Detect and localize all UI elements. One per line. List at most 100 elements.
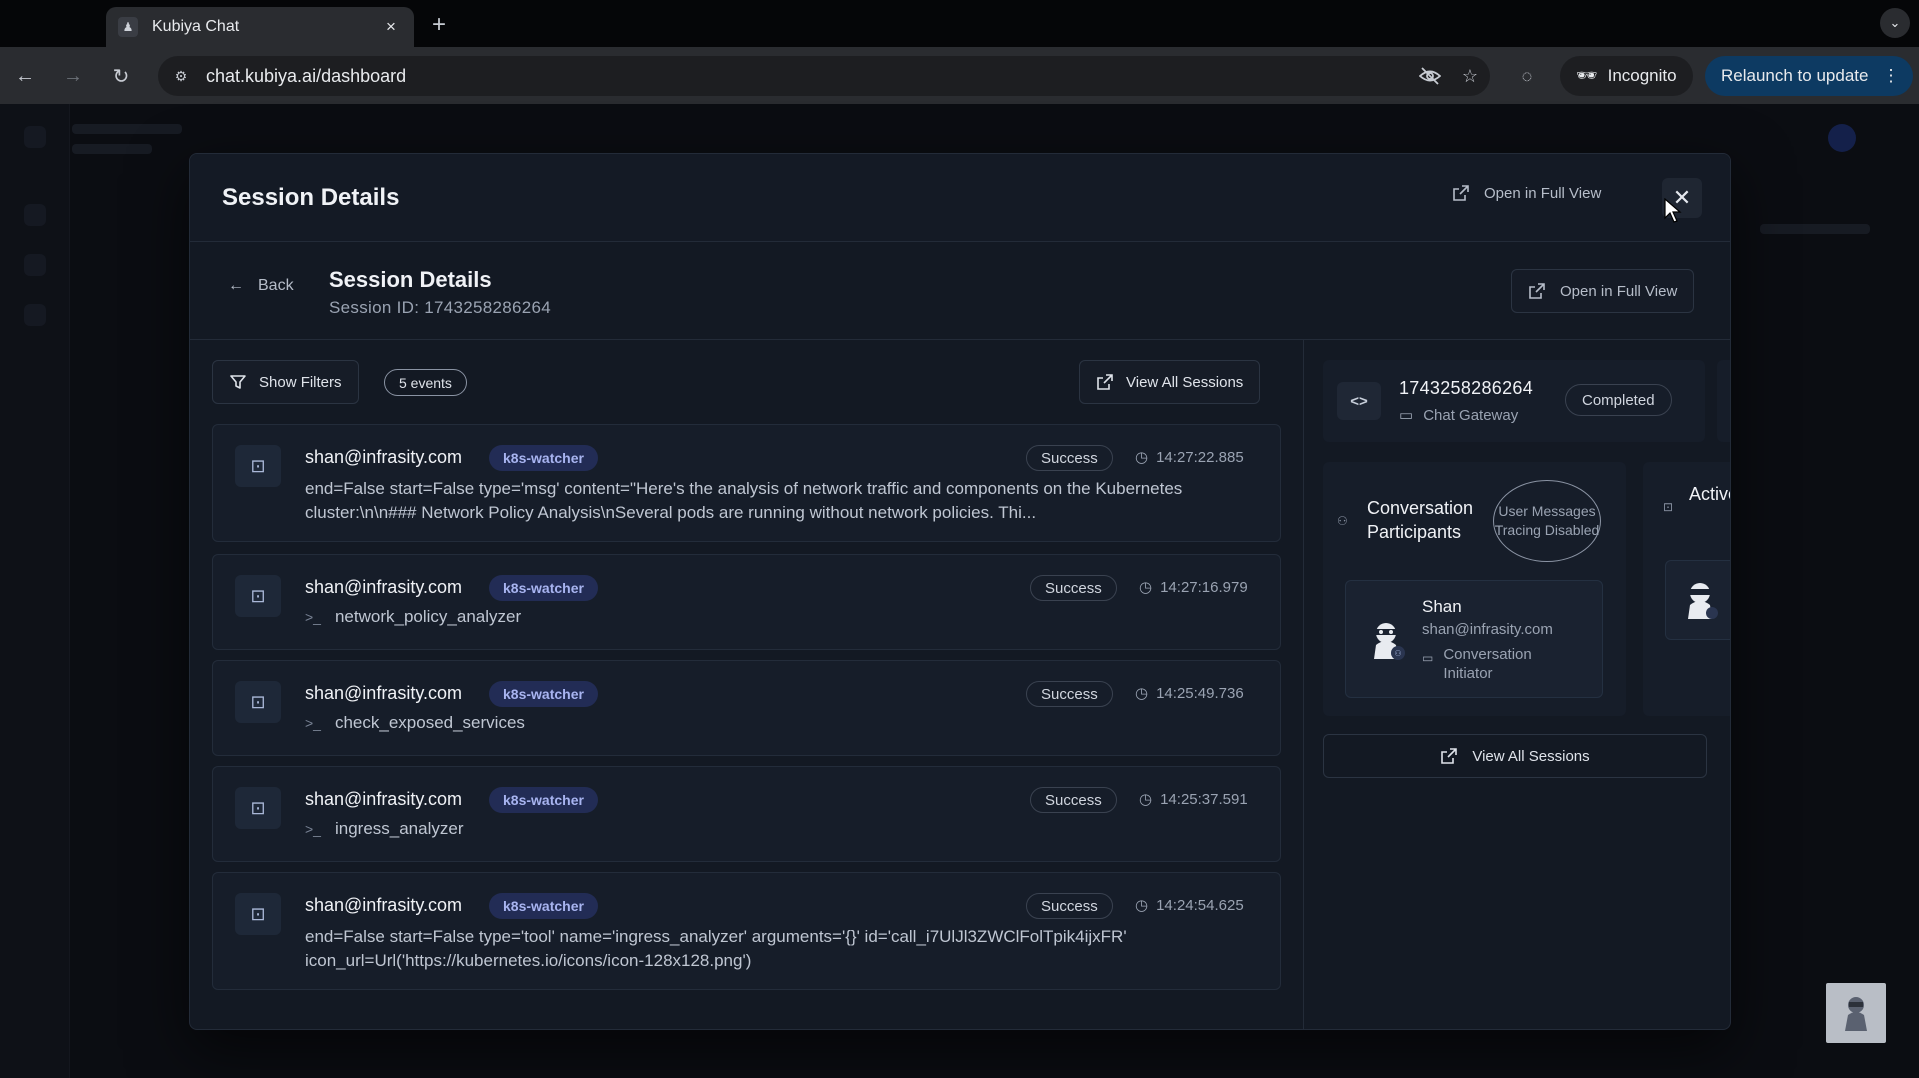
status-badge: Success bbox=[1030, 575, 1117, 601]
team-member-card[interactable] bbox=[1665, 560, 1730, 640]
site-info-icon[interactable]: ⚙ bbox=[166, 61, 196, 91]
kubiya-favicon-icon: ♟ bbox=[118, 17, 138, 37]
modal-title: Session Details bbox=[222, 184, 400, 211]
participant-card[interactable]: ⚇ Shan shan@infrasity.com ▭ Conversation… bbox=[1345, 580, 1603, 698]
event-time: 14:24:54.625 bbox=[1156, 896, 1244, 914]
assistant-launcher-button[interactable] bbox=[1826, 983, 1886, 1043]
clock-icon: ◷ bbox=[1139, 579, 1153, 596]
bot-icon: ⊡ bbox=[1663, 500, 1674, 514]
session-status-badge: Completed bbox=[1565, 384, 1672, 416]
status-badge: Success bbox=[1026, 681, 1113, 707]
tab-title: Kubiya Chat bbox=[152, 18, 240, 35]
new-tab-icon[interactable]: + bbox=[432, 11, 446, 39]
eye-slash-icon[interactable] bbox=[1410, 56, 1450, 96]
event-card[interactable]: ⊡ shan@infrasity.com k8s-watcher Success… bbox=[212, 872, 1281, 990]
user-avatar bbox=[1828, 124, 1856, 152]
event-user: shan@infrasity.com bbox=[305, 577, 462, 597]
event-card[interactable]: ⊡ shan@infrasity.com k8s-watcher Success… bbox=[212, 766, 1281, 862]
event-content: end=False start=False type='msg' content… bbox=[305, 479, 1183, 522]
open-full-view-button[interactable]: Open in Full View bbox=[1511, 269, 1695, 313]
bot-icon: ⊡ bbox=[235, 575, 281, 617]
app-sidebar bbox=[0, 104, 70, 1078]
terminal-icon: >_ bbox=[305, 821, 321, 837]
view-all-sessions-button[interactable]: View All Sessions bbox=[1079, 360, 1261, 404]
browser-tab[interactable]: ♟ Kubiya Chat × bbox=[106, 7, 414, 47]
bot-icon: ⊡ bbox=[235, 787, 281, 829]
message-square-icon: ▭ bbox=[1399, 407, 1414, 424]
show-filters-button[interactable]: Show Filters bbox=[212, 360, 359, 404]
session-card-overflow bbox=[1717, 360, 1730, 442]
open-full-view-label: Open in Full View bbox=[1484, 184, 1602, 202]
agent-tag: k8s-watcher bbox=[489, 445, 598, 471]
open-full-view-label: Open in Full View bbox=[1560, 282, 1678, 300]
bot-icon: ⊡ bbox=[235, 893, 281, 935]
relaunch-button[interactable]: Relaunch to update ⋮ bbox=[1705, 56, 1914, 96]
back-arrow-icon[interactable]: ← bbox=[10, 61, 40, 91]
session-subheader: ← Back Session Details Session ID: 17432… bbox=[190, 242, 1730, 340]
event-time: 14:27:16.979 bbox=[1160, 578, 1248, 596]
event-card[interactable]: ⊡ shan@infrasity.com k8s-watcher Success… bbox=[212, 660, 1281, 756]
incognito-label: Incognito bbox=[1607, 66, 1677, 85]
robot-icon bbox=[1845, 997, 1867, 1031]
forward-arrow-icon[interactable]: → bbox=[58, 61, 88, 91]
terminal-icon: >_ bbox=[305, 609, 321, 625]
session-side-panel: <> 1743258286264 ▭ Chat Gateway Complete… bbox=[1305, 340, 1730, 1029]
session-title: Session Details bbox=[329, 267, 492, 292]
events-count-badge: 5 events bbox=[384, 369, 467, 396]
view-all-sessions-label: View All Sessions bbox=[1126, 373, 1244, 391]
external-link-icon bbox=[1441, 748, 1458, 764]
agent-tag: k8s-watcher bbox=[489, 787, 598, 813]
status-badge: Success bbox=[1026, 893, 1113, 919]
url-text[interactable]: chat.kubiya.ai/dashboard bbox=[206, 66, 1410, 87]
reload-icon[interactable]: ↻ bbox=[106, 61, 136, 91]
bg-placeholder bbox=[72, 124, 182, 134]
event-time: 14:27:22.885 bbox=[1156, 448, 1244, 466]
event-user: shan@infrasity.com bbox=[305, 447, 462, 467]
view-all-sessions-side-button[interactable]: View All Sessions bbox=[1323, 734, 1707, 778]
event-user: shan@infrasity.com bbox=[305, 895, 462, 915]
show-filters-label: Show Filters bbox=[259, 373, 342, 391]
app-logo-icon bbox=[24, 126, 46, 148]
bot-icon: ⊡ bbox=[235, 445, 281, 487]
robot-avatar-icon bbox=[1688, 583, 1718, 619]
session-id: Session ID: 1743258286264 bbox=[329, 298, 552, 317]
participant-name: Shan bbox=[1422, 597, 1462, 616]
session-summary-card: <> 1743258286264 ▭ Chat Gateway Complete… bbox=[1323, 360, 1705, 442]
terminal-icon: >_ bbox=[305, 715, 321, 731]
address-bar[interactable]: ⚙ chat.kubiya.ai/dashboard ☆ bbox=[158, 56, 1490, 96]
session-number: 1743258286264 bbox=[1399, 378, 1534, 398]
status-badge: Success bbox=[1026, 445, 1113, 471]
mouse-cursor-icon bbox=[1664, 198, 1682, 223]
event-time: 14:25:37.591 bbox=[1160, 790, 1248, 808]
tab-search-chevron-icon[interactable]: ⌄ bbox=[1880, 8, 1910, 38]
tool-name: ingress_analyzer bbox=[334, 819, 464, 838]
tab-close-icon[interactable]: × bbox=[380, 17, 402, 37]
modal-open-full-view-button[interactable]: Open in Full View bbox=[1452, 184, 1601, 202]
event-card[interactable]: ⊡ shan@infrasity.com k8s-watcher Success… bbox=[212, 554, 1281, 650]
event-content: end=False start=False type='tool' name='… bbox=[305, 927, 1127, 970]
session-details-modal: Session Details Open in Full View ✕ ← Ba… bbox=[189, 153, 1731, 1030]
relaunch-label: Relaunch to update bbox=[1721, 66, 1869, 85]
participants-card: ⚇ Conversation Participants User Message… bbox=[1323, 462, 1626, 716]
more-vertical-icon[interactable]: ⋮ bbox=[1882, 66, 1899, 86]
clock-icon: ◷ bbox=[1139, 791, 1153, 808]
event-user: shan@infrasity.com bbox=[305, 683, 462, 703]
external-link-icon bbox=[1529, 283, 1545, 299]
back-button[interactable]: ← Back bbox=[228, 277, 294, 295]
events-panel: Show Filters 5 events View All Sessions … bbox=[190, 340, 1304, 1029]
users-icon: ⚇ bbox=[1337, 514, 1348, 528]
event-card[interactable]: ⊡ shan@infrasity.com k8s-watcher Success… bbox=[212, 424, 1281, 542]
arrow-left-icon: ← bbox=[228, 277, 244, 294]
message-square-icon: ▭ bbox=[1422, 651, 1434, 665]
star-bookmark-icon[interactable]: ☆ bbox=[1450, 56, 1490, 96]
external-link-icon bbox=[1097, 374, 1113, 390]
back-label: Back bbox=[258, 277, 294, 294]
active-team-title: Active Team bbox=[1689, 484, 1730, 504]
incognito-indicator[interactable]: 🕶 Incognito bbox=[1560, 56, 1693, 96]
event-time: 14:25:49.736 bbox=[1156, 684, 1244, 702]
tool-name: check_exposed_services bbox=[334, 713, 525, 732]
gateway-label: Chat Gateway bbox=[1423, 406, 1519, 424]
extension-icon[interactable]: ◌ bbox=[1512, 61, 1542, 91]
agent-tag: k8s-watcher bbox=[489, 681, 598, 707]
tool-name: network_policy_analyzer bbox=[334, 607, 522, 626]
